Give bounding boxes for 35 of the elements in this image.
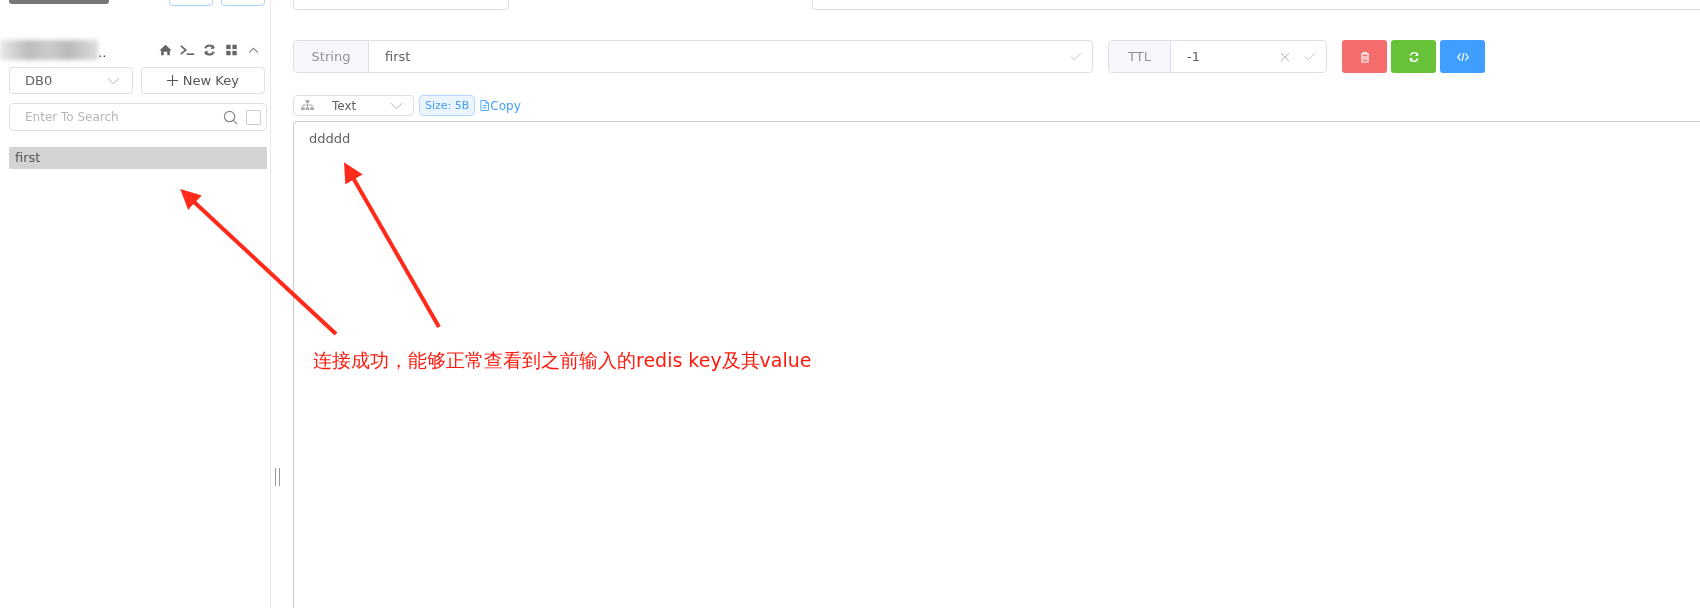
plus-icon	[166, 75, 178, 86]
check-icon[interactable]	[1304, 52, 1316, 61]
toolbar-button[interactable]	[221, 0, 265, 6]
input-field[interactable]	[293, 0, 509, 10]
key-name-field[interactable]: String first	[293, 40, 1093, 73]
input-field[interactable]	[812, 0, 1700, 10]
checkbox[interactable]	[246, 109, 261, 125]
refresh-icon[interactable]	[202, 43, 217, 57]
document-icon	[480, 100, 490, 111]
code-icon	[1456, 50, 1469, 63]
chevron-icon	[106, 76, 120, 85]
annotation-text: 连接成功，能够正常查看到之前输入的redis key及其value	[313, 348, 812, 373]
key-list-item[interactable]: first	[9, 147, 267, 169]
format-select[interactable]: Text	[293, 95, 414, 116]
connection-name: ..	[98, 46, 107, 60]
clear-icon[interactable]	[1280, 51, 1290, 62]
grid-icon[interactable]	[224, 43, 239, 57]
delete-button[interactable]	[1342, 40, 1387, 73]
connection-bar[interactable]	[9, 0, 109, 4]
database-select[interactable]: DB0	[9, 67, 133, 94]
search-icon	[223, 109, 238, 125]
check-icon[interactable]	[1070, 52, 1082, 61]
home-icon[interactable]	[158, 43, 173, 57]
refresh-button[interactable]	[1391, 40, 1436, 73]
hierarchy-icon	[301, 100, 314, 111]
chevron-icon	[390, 101, 403, 110]
toolbar-button[interactable]	[169, 0, 213, 6]
code-button[interactable]	[1440, 40, 1485, 73]
terminal-icon[interactable]	[180, 43, 195, 57]
resize-handle[interactable]	[274, 468, 280, 486]
new-key-button[interactable]: New Key	[140, 67, 265, 94]
refresh-icon	[1407, 50, 1420, 63]
size-tag: Size: 5B	[419, 95, 476, 116]
trash-icon	[1358, 50, 1371, 63]
ttl-field[interactable]: TTL -1	[1108, 40, 1327, 73]
